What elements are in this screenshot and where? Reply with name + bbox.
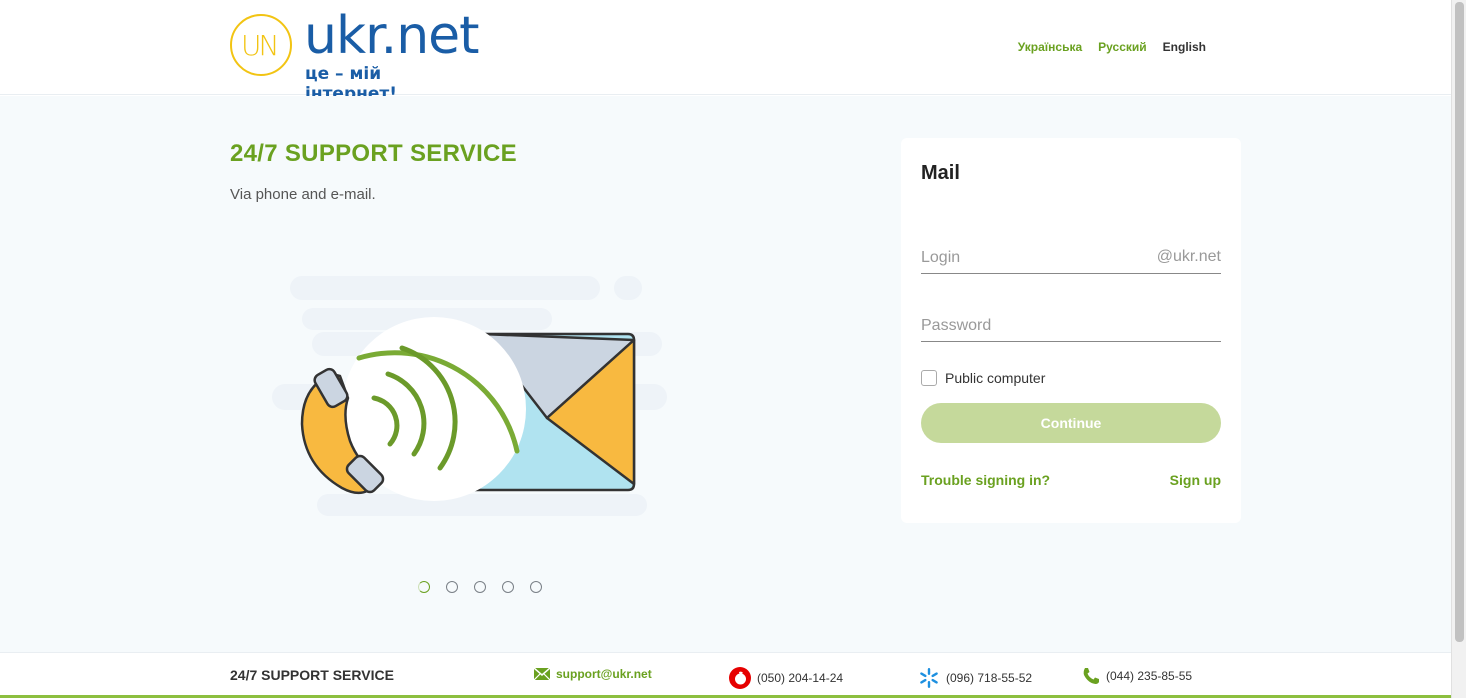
footer-title: 24/7 SUPPORT SERVICE bbox=[230, 667, 394, 683]
login-card-title: Mail bbox=[921, 162, 960, 184]
public-computer-checkbox[interactable] bbox=[921, 370, 937, 386]
carousel-dot-3[interactable] bbox=[474, 581, 486, 593]
carousel-dots bbox=[418, 581, 542, 593]
language-switcher: Українська Русский English bbox=[1018, 40, 1206, 54]
kyivstar-phone: (096) 718-55-52 bbox=[946, 671, 1033, 685]
main-area: 24/7 SUPPORT SERVICE Via phone and e-mai… bbox=[0, 96, 1451, 652]
carousel-dot-2[interactable] bbox=[446, 581, 458, 593]
lang-russian[interactable]: Русский bbox=[1098, 40, 1147, 54]
continue-button[interactable]: Continue bbox=[921, 403, 1221, 443]
login-field: @ukr.net bbox=[921, 234, 1221, 274]
ukrnet-logo[interactable]: UN ukr.net це – мій інтернет! bbox=[230, 6, 480, 104]
promo-subtitle: Via phone and e-mail. bbox=[230, 186, 376, 203]
footer: 24/7 SUPPORT SERVICE support@ukr.net (05… bbox=[0, 652, 1451, 698]
logo-name: ukr.net bbox=[304, 6, 480, 66]
login-card: Mail @ukr.net Public computer Continue T… bbox=[901, 138, 1241, 523]
page-scrollbar[interactable] bbox=[1451, 0, 1466, 698]
public-computer-row[interactable]: Public computer bbox=[921, 370, 1045, 386]
password-input[interactable] bbox=[921, 302, 1221, 341]
scrollbar-thumb[interactable] bbox=[1455, 2, 1464, 642]
password-field bbox=[921, 302, 1221, 342]
support-illustration bbox=[272, 276, 667, 516]
landline-phone: (044) 235-85-55 bbox=[1106, 669, 1193, 683]
lang-ukrainian[interactable]: Українська bbox=[1018, 40, 1082, 54]
vodafone-icon bbox=[729, 667, 751, 689]
carousel-dot-5[interactable] bbox=[530, 581, 542, 593]
sign-up-link[interactable]: Sign up bbox=[1170, 472, 1221, 488]
kyivstar-icon bbox=[920, 668, 938, 688]
footer-kyivstar: (096) 718-55-52 bbox=[918, 667, 1032, 689]
lang-english[interactable]: English bbox=[1163, 40, 1206, 54]
header: UN ukr.net це – мій інтернет! Українська… bbox=[0, 0, 1451, 104]
trouble-signing-in-link[interactable]: Trouble signing in? bbox=[921, 472, 1050, 488]
mail-icon bbox=[534, 668, 550, 680]
vodafone-phone: (050) 204-14-24 bbox=[757, 671, 844, 685]
footer-landline: (044) 235-85-55 bbox=[1082, 667, 1192, 685]
carousel-dot-1[interactable] bbox=[418, 581, 430, 593]
footer-vodafone: (050) 204-14-24 bbox=[729, 667, 843, 689]
phone-icon bbox=[1083, 668, 1099, 684]
footer-email: support@ukr.net bbox=[534, 667, 652, 681]
support-email-link[interactable]: support@ukr.net bbox=[556, 667, 652, 681]
carousel-dot-4[interactable] bbox=[502, 581, 514, 593]
login-domain-suffix: @ukr.net bbox=[1156, 248, 1221, 265]
public-computer-label: Public computer bbox=[945, 370, 1046, 386]
promo-title: 24/7 SUPPORT SERVICE bbox=[230, 140, 517, 167]
logo-mark: UN bbox=[241, 29, 279, 62]
